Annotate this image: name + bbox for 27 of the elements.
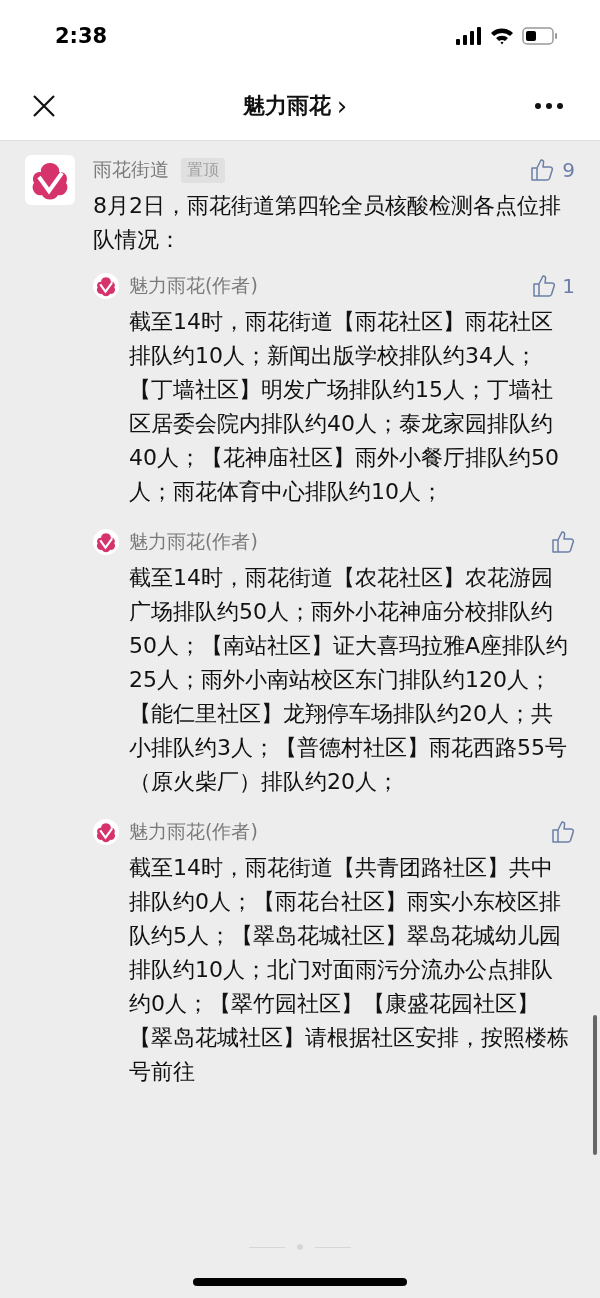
page-title[interactable]: 魅力雨花 [242, 91, 331, 121]
reply-text: 截至14时，雨花街道【雨花社区】雨花社区排队约10人；新闻出版学校排队约34人；【丁墙社区】明发广场排队约15人；丁墙社区居委会院内排队约40人；泰龙家园排队约40人；【花神庙社区】雨外小餐厅排队约50人；雨花体育中心排队约10人； [129, 308, 560, 506]
avatar [25, 155, 75, 205]
like-count: 1 [562, 274, 575, 298]
reply-text: 截至14时，雨花街道【农花社区】农花游园广场排队约50人；雨外小花神庙分校排队约50人；【南站社区】证大喜玛拉雅A座排队约25人；雨外小南站校区东门排队约120人；【能仁里社区】龙翔停车场排队约20人；共小排队约3人；【普德村社区】雨花西路55号（原火柴厂）排队约20人； [129, 564, 569, 796]
author-name: 魅力雨花(作者) [129, 819, 258, 844]
thumbs-up-icon[interactable] [551, 820, 575, 844]
author-name: 魅力雨花(作者) [129, 273, 258, 298]
author-name: 雨花街道 [93, 157, 169, 182]
thumbs-up-icon[interactable] [530, 158, 555, 182]
thumbs-up-icon[interactable] [532, 274, 557, 298]
wifi-icon [490, 27, 514, 45]
pinned-badge: 置顶 [181, 157, 225, 183]
like-count: 9 [562, 158, 575, 182]
close-icon[interactable] [32, 94, 56, 118]
thumbs-up-icon[interactable] [551, 530, 575, 554]
reply-text: 截至14时，雨花街道【共青团路社区】共中排队约0人；【雨花台社区】雨实小东校区排队约5人；【翠岛花城社区】翠岛花城幼儿园排队约10人；北门对面雨污分流办公点排队约0人；【翠竹园社区】【康盛花园社区】【翠岛花城社区】请根据社区安排，按照楼栋号前往 [129, 854, 569, 1086]
avatar [93, 819, 119, 845]
avatar [93, 273, 119, 299]
comment-text: 8月2日，雨花街道第四轮全员核酸检测各点位排队情况： [93, 192, 562, 254]
battery-icon [522, 27, 558, 45]
more-icon[interactable] [534, 102, 564, 110]
author-name: 魅力雨花(作者) [129, 529, 258, 554]
signal-icon [456, 27, 482, 45]
avatar [93, 529, 119, 555]
status-time: 2:38 [55, 24, 108, 48]
chevron-icon[interactable]: › [336, 91, 348, 121]
